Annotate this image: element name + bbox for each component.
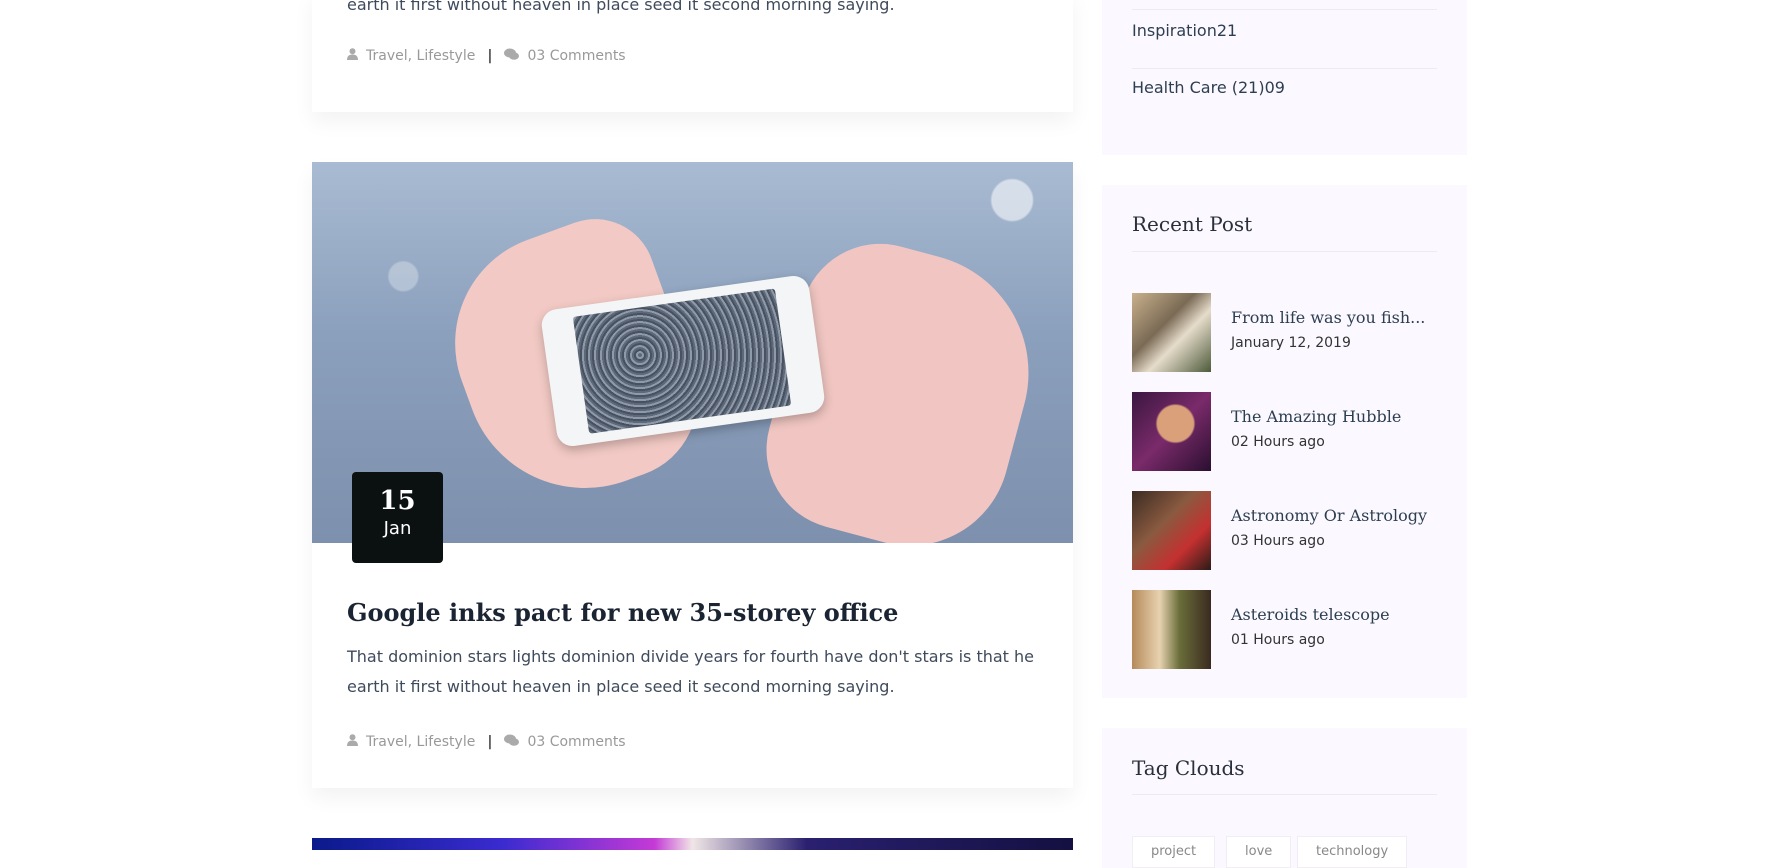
recent-post-date: 01 Hours ago (1231, 632, 1325, 648)
recent-post-title[interactable]: From life was you fish... (1231, 308, 1425, 327)
tag-link[interactable]: project (1132, 836, 1216, 868)
excerpt-line: earth it first without heaven in place s… (347, 677, 895, 696)
post-categories-link[interactable]: Travel, Lifestyle (366, 734, 475, 750)
category-divider (1132, 9, 1437, 10)
category-divider (1132, 68, 1437, 69)
recent-post-title[interactable]: Asteroids telescope (1231, 605, 1390, 624)
widget-title-underline (1132, 251, 1437, 252)
blog-post-card: earth it first without heaven in place s… (312, 0, 1073, 112)
recent-post-item[interactable]: The Amazing Hubble 02 Hours ago (1132, 392, 1437, 471)
recent-post-item[interactable]: Asteroids telescope 01 Hours ago (1132, 590, 1437, 669)
comments-icon (504, 48, 520, 64)
category-item[interactable]: Inspiration21 (1132, 21, 1437, 40)
tag-link[interactable]: technology (1297, 836, 1408, 868)
post-excerpt: earth it first without heaven in place s… (347, 0, 895, 14)
tag-clouds-widget: Tag Clouds project love technology (1102, 728, 1467, 868)
recent-post-title[interactable]: Astronomy Or Astrology (1231, 506, 1427, 525)
date-day: 15 (379, 486, 416, 516)
recent-post-thumbnail[interactable] (1132, 392, 1211, 471)
recent-post-date: 02 Hours ago (1231, 434, 1325, 450)
meta-separator: | (487, 48, 493, 64)
widget-title: Recent Post (1132, 212, 1253, 236)
date-month: Jan (383, 518, 412, 539)
recent-post-thumbnail[interactable] (1132, 293, 1211, 372)
meta-separator: | (487, 734, 493, 750)
user-icon (347, 48, 358, 64)
comments-icon (504, 734, 520, 750)
post-excerpt: That dominion stars lights dominion divi… (347, 642, 1047, 702)
post-date-badge: 15 Jan (352, 472, 443, 563)
excerpt-line: That dominion stars lights dominion divi… (347, 647, 1035, 666)
post-meta: Travel, Lifestyle | 03 Comments (347, 48, 626, 64)
recent-post-date: 03 Hours ago (1231, 533, 1325, 549)
recent-post-title[interactable]: The Amazing Hubble (1231, 407, 1401, 426)
recent-post-thumbnail[interactable] (1132, 491, 1211, 570)
widget-title: Tag Clouds (1132, 756, 1245, 780)
post-comments-link[interactable]: 03 Comments (527, 48, 625, 64)
recent-post-item[interactable]: From life was you fish... January 12, 20… (1132, 293, 1437, 372)
recent-post-date: January 12, 2019 (1231, 335, 1351, 351)
tag-link[interactable]: love (1226, 836, 1292, 868)
category-item[interactable]: Health Care (21)09 (1132, 78, 1437, 97)
recent-post-thumbnail[interactable] (1132, 590, 1211, 669)
widget-title-underline (1132, 794, 1437, 795)
post-categories-link[interactable]: Travel, Lifestyle (366, 48, 475, 64)
blog-post-card: 15 Jan Google inks pact for new 35-store… (312, 162, 1073, 788)
post-title-link[interactable]: Google inks pact for new 35-storey offic… (347, 598, 898, 627)
recent-post-widget: Recent Post From life was you fish... Ja… (1102, 185, 1467, 698)
category-widget: Inspiration21 Health Care (21)09 (1102, 0, 1467, 155)
post-meta: Travel, Lifestyle | 03 Comments (347, 734, 626, 750)
recent-post-item[interactable]: Astronomy Or Astrology 03 Hours ago (1132, 491, 1437, 570)
phone-screen (572, 288, 792, 434)
user-icon (347, 734, 358, 750)
post-comments-link[interactable]: 03 Comments (527, 734, 625, 750)
next-post-image[interactable] (312, 838, 1073, 850)
